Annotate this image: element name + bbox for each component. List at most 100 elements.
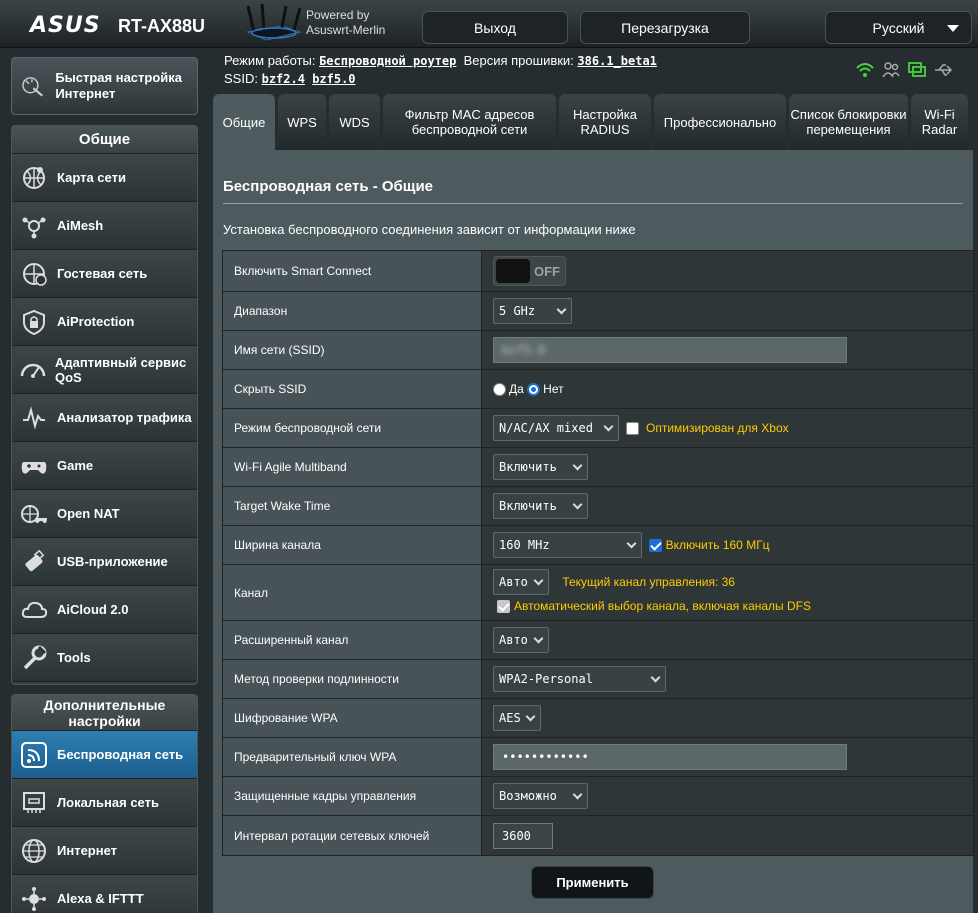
enable-160-label: Включить 160 МГц — [665, 538, 770, 552]
sidebar-item-label: Адаптивный сервис QoS — [55, 354, 187, 385]
ext-channel-select[interactable]: Авто — [493, 627, 549, 653]
wireless-mode-value: N/AC/AX mixed — [499, 421, 593, 435]
row-smart-connect: Включить Smart Connect OFF — [223, 251, 973, 292]
ssid-name-label: Имя сети (SSID) — [223, 331, 482, 369]
tab-mac-filter[interactable]: Фильтр MAC адресов беспроводной сети — [383, 94, 556, 150]
sidebar-item-game[interactable]: Game — [12, 442, 197, 490]
router-admin-page: ASUS RT-AX88U Powered by Asuswrt-Merlin … — [0, 0, 978, 913]
bandwidth-select[interactable]: 160 MHz — [493, 532, 642, 558]
tab-roaming-block-list[interactable]: Список блокировки перемещения — [789, 94, 908, 150]
clients-icon[interactable] — [881, 60, 901, 80]
asus-logo: ASUS — [30, 13, 101, 38]
pmf-select[interactable]: Возможно — [493, 783, 588, 809]
rotation-value: 3600 — [502, 828, 531, 843]
channel-select[interactable]: Авто — [493, 569, 549, 595]
toggle-state: OFF — [534, 264, 560, 279]
agile-select[interactable]: Включить — [493, 454, 588, 480]
aicloud-icon — [19, 595, 49, 625]
chevron-down-icon — [626, 538, 637, 549]
wireless-icon — [19, 740, 49, 770]
usb-status-icon[interactable] — [933, 60, 953, 80]
row-channel: Канал Авто Текущий канал управления: 36 … — [223, 565, 973, 621]
sidebar-item-usb[interactable]: USB-приложение — [12, 538, 197, 586]
bandwidth-label: Ширина канала — [223, 526, 482, 564]
sidebar-item-aimesh[interactable]: AiMesh — [12, 202, 197, 250]
sidebar-item-open-nat[interactable]: Open NAT — [12, 490, 197, 538]
sidebar-item-alexa[interactable]: Alexa & IFTTT — [12, 875, 197, 913]
auth-select[interactable]: WPA2-Personal — [493, 666, 666, 692]
reboot-button[interactable]: Перезагрузка — [580, 11, 750, 44]
sidebar-item-label: Game — [57, 458, 94, 473]
sidebar-item-lan[interactable]: Локальная сеть — [12, 779, 197, 827]
sidebar-item-wireless[interactable]: Беспроводная сеть — [12, 731, 197, 779]
ssid-24-link[interactable]: bzf2.4 — [262, 72, 305, 86]
wifi-status-icon[interactable] — [855, 60, 875, 80]
tools-icon — [19, 643, 49, 673]
powered-by: Powered by Asuswrt-Merlin — [306, 8, 385, 38]
tab-wps[interactable]: WPS — [278, 94, 326, 150]
sidebar-item-label: AiProtection — [57, 314, 135, 329]
bandwidth-value: 160 MHz — [499, 538, 550, 552]
ssid-input-value: bzf5.0 — [502, 343, 546, 357]
tab-radius[interactable]: Настройка RADIUS — [559, 94, 651, 150]
general-menu: Общие Карта сети AiMesh Гостевая сеть AiPro… — [11, 125, 198, 685]
logout-button[interactable]: Выход — [422, 11, 568, 44]
apply-button[interactable]: Применить — [531, 866, 654, 899]
dfs-checkbox[interactable] — [497, 599, 510, 613]
sidebar-item-aicloud[interactable]: AiCloud 2.0 — [12, 586, 197, 634]
wireless-mode-select[interactable]: N/AC/AX mixed — [493, 415, 619, 441]
firmware-link[interactable]: 386.1_beta1 — [577, 54, 656, 68]
sidebar-item-label: AiCloud 2.0 — [57, 602, 129, 617]
sidebar-item-traffic-analyzer[interactable]: Анализатор трафика — [12, 394, 197, 442]
wpa-key-input[interactable]: •••••••••••• — [493, 744, 847, 770]
sidebar-item-qos[interactable]: Адаптивный сервис QoS — [12, 346, 197, 394]
auth-value: WPA2-Personal — [499, 672, 593, 686]
rotation-input[interactable]: 3600 — [493, 822, 553, 849]
ssid-input[interactable]: bzf5.0 — [493, 337, 847, 363]
hide-ssid-no-radio[interactable] — [527, 382, 541, 396]
sidebar-item-label: Карта сети — [57, 170, 126, 185]
internet-status-icon[interactable] — [907, 60, 927, 80]
tab-general[interactable]: Общие — [213, 94, 275, 150]
sidebar-item-tools[interactable]: Tools — [12, 634, 197, 682]
toggle-knob — [496, 259, 530, 283]
internet-icon — [19, 836, 49, 866]
sidebar-item-internet[interactable]: Интернет — [12, 827, 197, 875]
smart-connect-toggle[interactable]: OFF — [493, 256, 566, 286]
op-mode-link[interactable]: Беспроводной роутер — [319, 54, 456, 68]
enable-160-checkbox[interactable] — [648, 538, 662, 552]
alexa-icon — [19, 884, 49, 913]
wpa-key-value: •••••••••••• — [502, 750, 589, 764]
ext-channel-value: Авто — [499, 633, 528, 647]
tab-wds[interactable]: WDS — [329, 94, 380, 150]
ssid-line: SSID: bzf2.4 bzf5.0 — [224, 71, 356, 86]
language-select[interactable]: Русский — [825, 11, 972, 44]
sidebar-item-aiprotection[interactable]: AiProtection — [12, 298, 197, 346]
smart-connect-label: Включить Smart Connect — [223, 251, 482, 291]
wpa-enc-select[interactable]: AES — [493, 705, 541, 731]
row-wpa-key: Предварительный ключ WPA •••••••••••• — [223, 738, 973, 777]
quick-internet-setup-button[interactable]: Быстрая настройка Интернет — [11, 57, 198, 115]
ssid-50-link[interactable]: bzf5.0 — [312, 72, 355, 86]
agile-label: Wi-Fi Agile Multiband — [223, 448, 482, 486]
hide-ssid-yes-radio[interactable] — [493, 382, 506, 396]
tab-professional[interactable]: Профессионально — [654, 94, 786, 150]
status-icons — [855, 60, 953, 80]
chevron-down-icon — [533, 575, 544, 586]
sidebar-item-label: Анализатор трафика — [57, 410, 192, 425]
sidebar-item-guest-network[interactable]: Гостевая сеть — [12, 250, 197, 298]
guest-network-icon — [19, 259, 49, 289]
sidebar-item-label: Open NAT — [57, 506, 120, 521]
sidebar-item-network-map[interactable]: Карта сети — [12, 154, 197, 202]
sidebar-item-label: Беспроводная сеть — [57, 747, 184, 762]
twt-select[interactable]: Включить — [493, 493, 588, 519]
advanced-menu-title: Дополнительные настройки — [12, 695, 197, 731]
tab-wifi-radar[interactable]: Wi-Fi Radar — [911, 94, 968, 150]
twt-label: Target Wake Time — [223, 487, 482, 525]
xbox-checkbox[interactable] — [625, 421, 639, 435]
game-icon — [19, 451, 49, 481]
sidebar-item-label: Локальная сеть — [57, 795, 159, 810]
traffic-analyzer-icon — [19, 403, 49, 433]
usb-icon — [19, 547, 49, 577]
band-select[interactable]: 5 GHz — [493, 298, 572, 324]
